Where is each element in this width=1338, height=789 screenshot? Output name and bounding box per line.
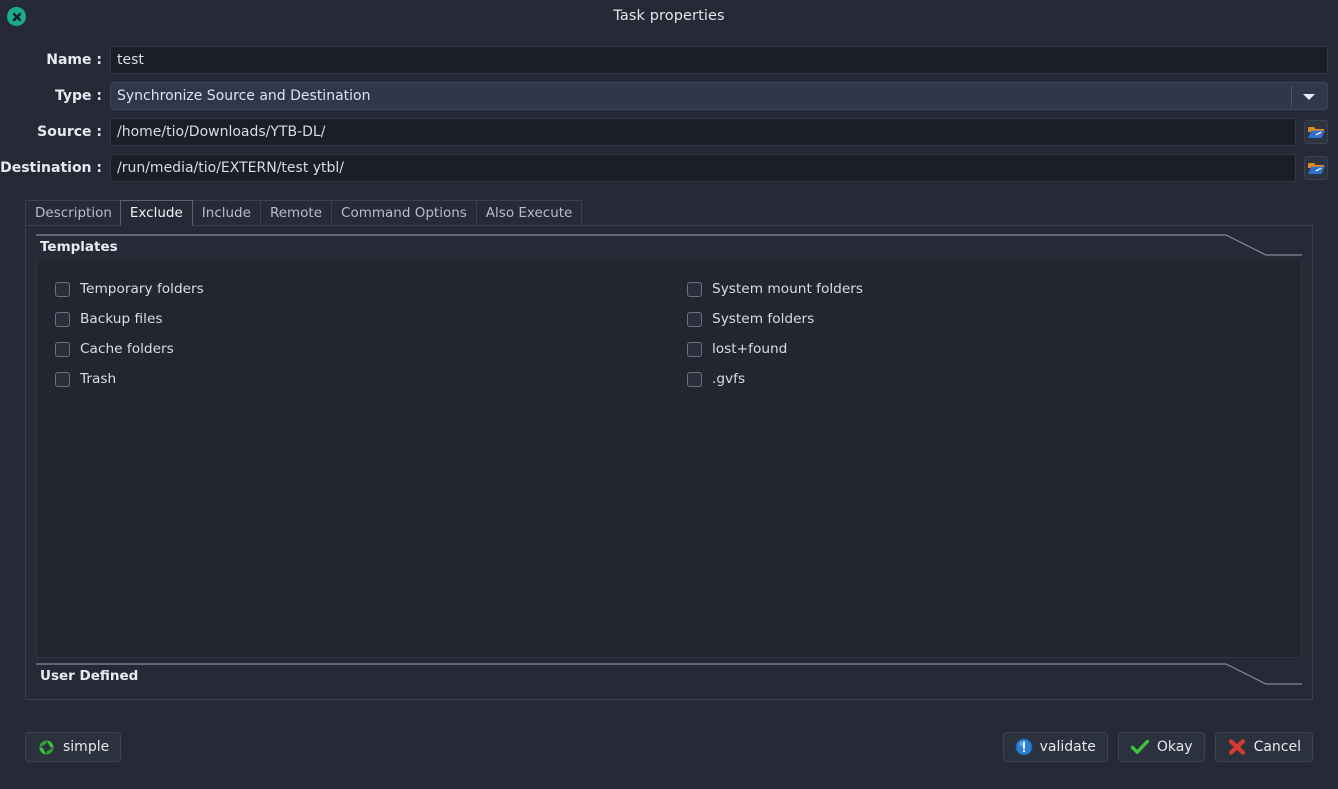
- destination-row: Destination : /run/media/tio/EXTERN/test…: [0, 154, 1338, 182]
- simple-mode-label: simple: [63, 739, 110, 755]
- validate-button[interactable]: validate: [1002, 732, 1108, 762]
- type-label: Type :: [54, 88, 102, 104]
- tab-command-options[interactable]: Command Options: [331, 200, 476, 226]
- type-select[interactable]: Synchronize Source and Destination: [110, 82, 1328, 110]
- templates-group: Templates Temporary folders Backup files C…: [36, 234, 1302, 658]
- source-row: Source : /home/tio/Downloads/YTB-DL/: [0, 118, 1338, 146]
- tab-label: Description: [35, 205, 112, 221]
- checkbox-label: Cache folders: [80, 341, 174, 357]
- name-label: Name :: [46, 52, 102, 68]
- checkbox-label: lost+found: [712, 341, 788, 357]
- window-title: Task properties: [613, 8, 725, 24]
- checkbox-system-mount-folders[interactable]: [687, 281, 702, 297]
- tab-exclude[interactable]: Exclude: [119, 200, 193, 226]
- user-defined-title: User Defined: [40, 668, 139, 684]
- folder-open-icon: [1308, 127, 1325, 138]
- simple-mode-button[interactable]: simple: [25, 732, 122, 762]
- checkbox-row[interactable]: .gvfs: [687, 364, 1301, 394]
- checkbox-row[interactable]: Backup files: [55, 304, 669, 334]
- okay-label: Okay: [1156, 739, 1193, 755]
- folder-open-icon: [1308, 163, 1325, 174]
- checkbox-label: Temporary folders: [80, 281, 204, 297]
- tab-label: Include: [201, 205, 251, 221]
- tabbar: Description Exclude Include Remote Command O…: [25, 200, 583, 226]
- source-label: Source :: [37, 124, 102, 140]
- titlebar: Task properties: [0, 0, 1338, 32]
- checkbox-lost-found[interactable]: [687, 341, 702, 357]
- templates-group-body: Temporary folders Backup files Cache folde…: [36, 260, 1302, 658]
- user-defined-group-header: User Defined: [36, 663, 1302, 689]
- checkbox-row[interactable]: Temporary folders: [55, 274, 669, 304]
- checkbox-label: .gvfs: [712, 371, 746, 387]
- destination-browse-button[interactable]: [1304, 156, 1328, 180]
- cancel-label: Cancel: [1253, 739, 1301, 755]
- tab-label: Command Options: [341, 205, 467, 221]
- tab-also-execute[interactable]: Also Execute: [475, 200, 583, 226]
- footer-left: simple: [25, 732, 122, 762]
- tab-label: Remote: [269, 205, 323, 221]
- checkbox-row[interactable]: System mount folders: [687, 274, 1301, 304]
- cancel-button[interactable]: Cancel: [1214, 732, 1313, 762]
- templates-checkbox-grid: Temporary folders Backup files Cache folde…: [37, 260, 1301, 394]
- tab-label: Exclude: [129, 205, 183, 221]
- templates-group-header: Templates: [36, 234, 1302, 260]
- type-row: Type : Synchronize Source and Destinatio…: [0, 82, 1338, 110]
- tab-description[interactable]: Description: [25, 200, 121, 226]
- type-select-value: Synchronize Source and Destination: [117, 88, 371, 104]
- checkbox-row[interactable]: Cache folders: [55, 334, 669, 364]
- checkbox-label: System folders: [712, 311, 815, 327]
- checkbox-system-folders[interactable]: [687, 311, 702, 327]
- source-input[interactable]: /home/tio/Downloads/YTB-DL/: [110, 118, 1296, 146]
- task-form: Name : test Type : Synchronize Source an…: [0, 46, 1338, 190]
- info-circle-icon: [1015, 738, 1033, 756]
- tab-label: Also Execute: [485, 205, 573, 221]
- checkbox-label: Trash: [80, 371, 117, 387]
- footer-right: validate Okay Cancel: [1002, 732, 1313, 762]
- chevron-down-icon: [1303, 94, 1315, 100]
- exclude-tab-panel: Templates Temporary folders Backup files C…: [25, 225, 1313, 700]
- group-top-rule: [36, 234, 1302, 256]
- name-row: Name : test: [0, 46, 1338, 74]
- checkbox-row[interactable]: Trash: [55, 364, 669, 394]
- validate-label: validate: [1039, 739, 1096, 755]
- tab-include[interactable]: Include: [191, 200, 260, 226]
- checkbox-gvfs[interactable]: [687, 371, 702, 387]
- checkbox-label: System mount folders: [712, 281, 864, 297]
- checkbox-label: Backup files: [80, 311, 163, 327]
- name-input[interactable]: test: [110, 46, 1328, 74]
- group-top-rule: [36, 663, 1302, 685]
- checkbox-temporary-folders[interactable]: [55, 281, 70, 297]
- templates-right-column: System mount folders System folders lost+f…: [669, 274, 1301, 394]
- okay-button[interactable]: Okay: [1117, 732, 1205, 762]
- sync-arrows-icon: [39, 739, 54, 755]
- checkbox-cache-folders[interactable]: [55, 341, 70, 357]
- task-properties-dialog: Task properties Name : test Type : Synch…: [0, 0, 1338, 789]
- check-icon: [1130, 739, 1149, 754]
- checkbox-row[interactable]: lost+found: [687, 334, 1301, 364]
- close-circle-icon[interactable]: [7, 7, 26, 26]
- checkbox-backup-files[interactable]: [55, 311, 70, 327]
- tab-remote[interactable]: Remote: [259, 200, 332, 226]
- destination-label: Destination :: [0, 160, 102, 176]
- x-mark-icon: [1228, 739, 1245, 755]
- checkbox-row[interactable]: System folders: [687, 304, 1301, 334]
- templates-title: Templates: [40, 239, 118, 255]
- source-browse-button[interactable]: [1304, 120, 1328, 144]
- checkbox-trash[interactable]: [55, 371, 70, 387]
- destination-input[interactable]: /run/media/tio/EXTERN/test ytbl/: [110, 154, 1296, 182]
- templates-left-column: Temporary folders Backup files Cache folde…: [37, 274, 669, 394]
- combo-separator: [1291, 86, 1292, 108]
- user-defined-group: User Defined: [36, 663, 1302, 689]
